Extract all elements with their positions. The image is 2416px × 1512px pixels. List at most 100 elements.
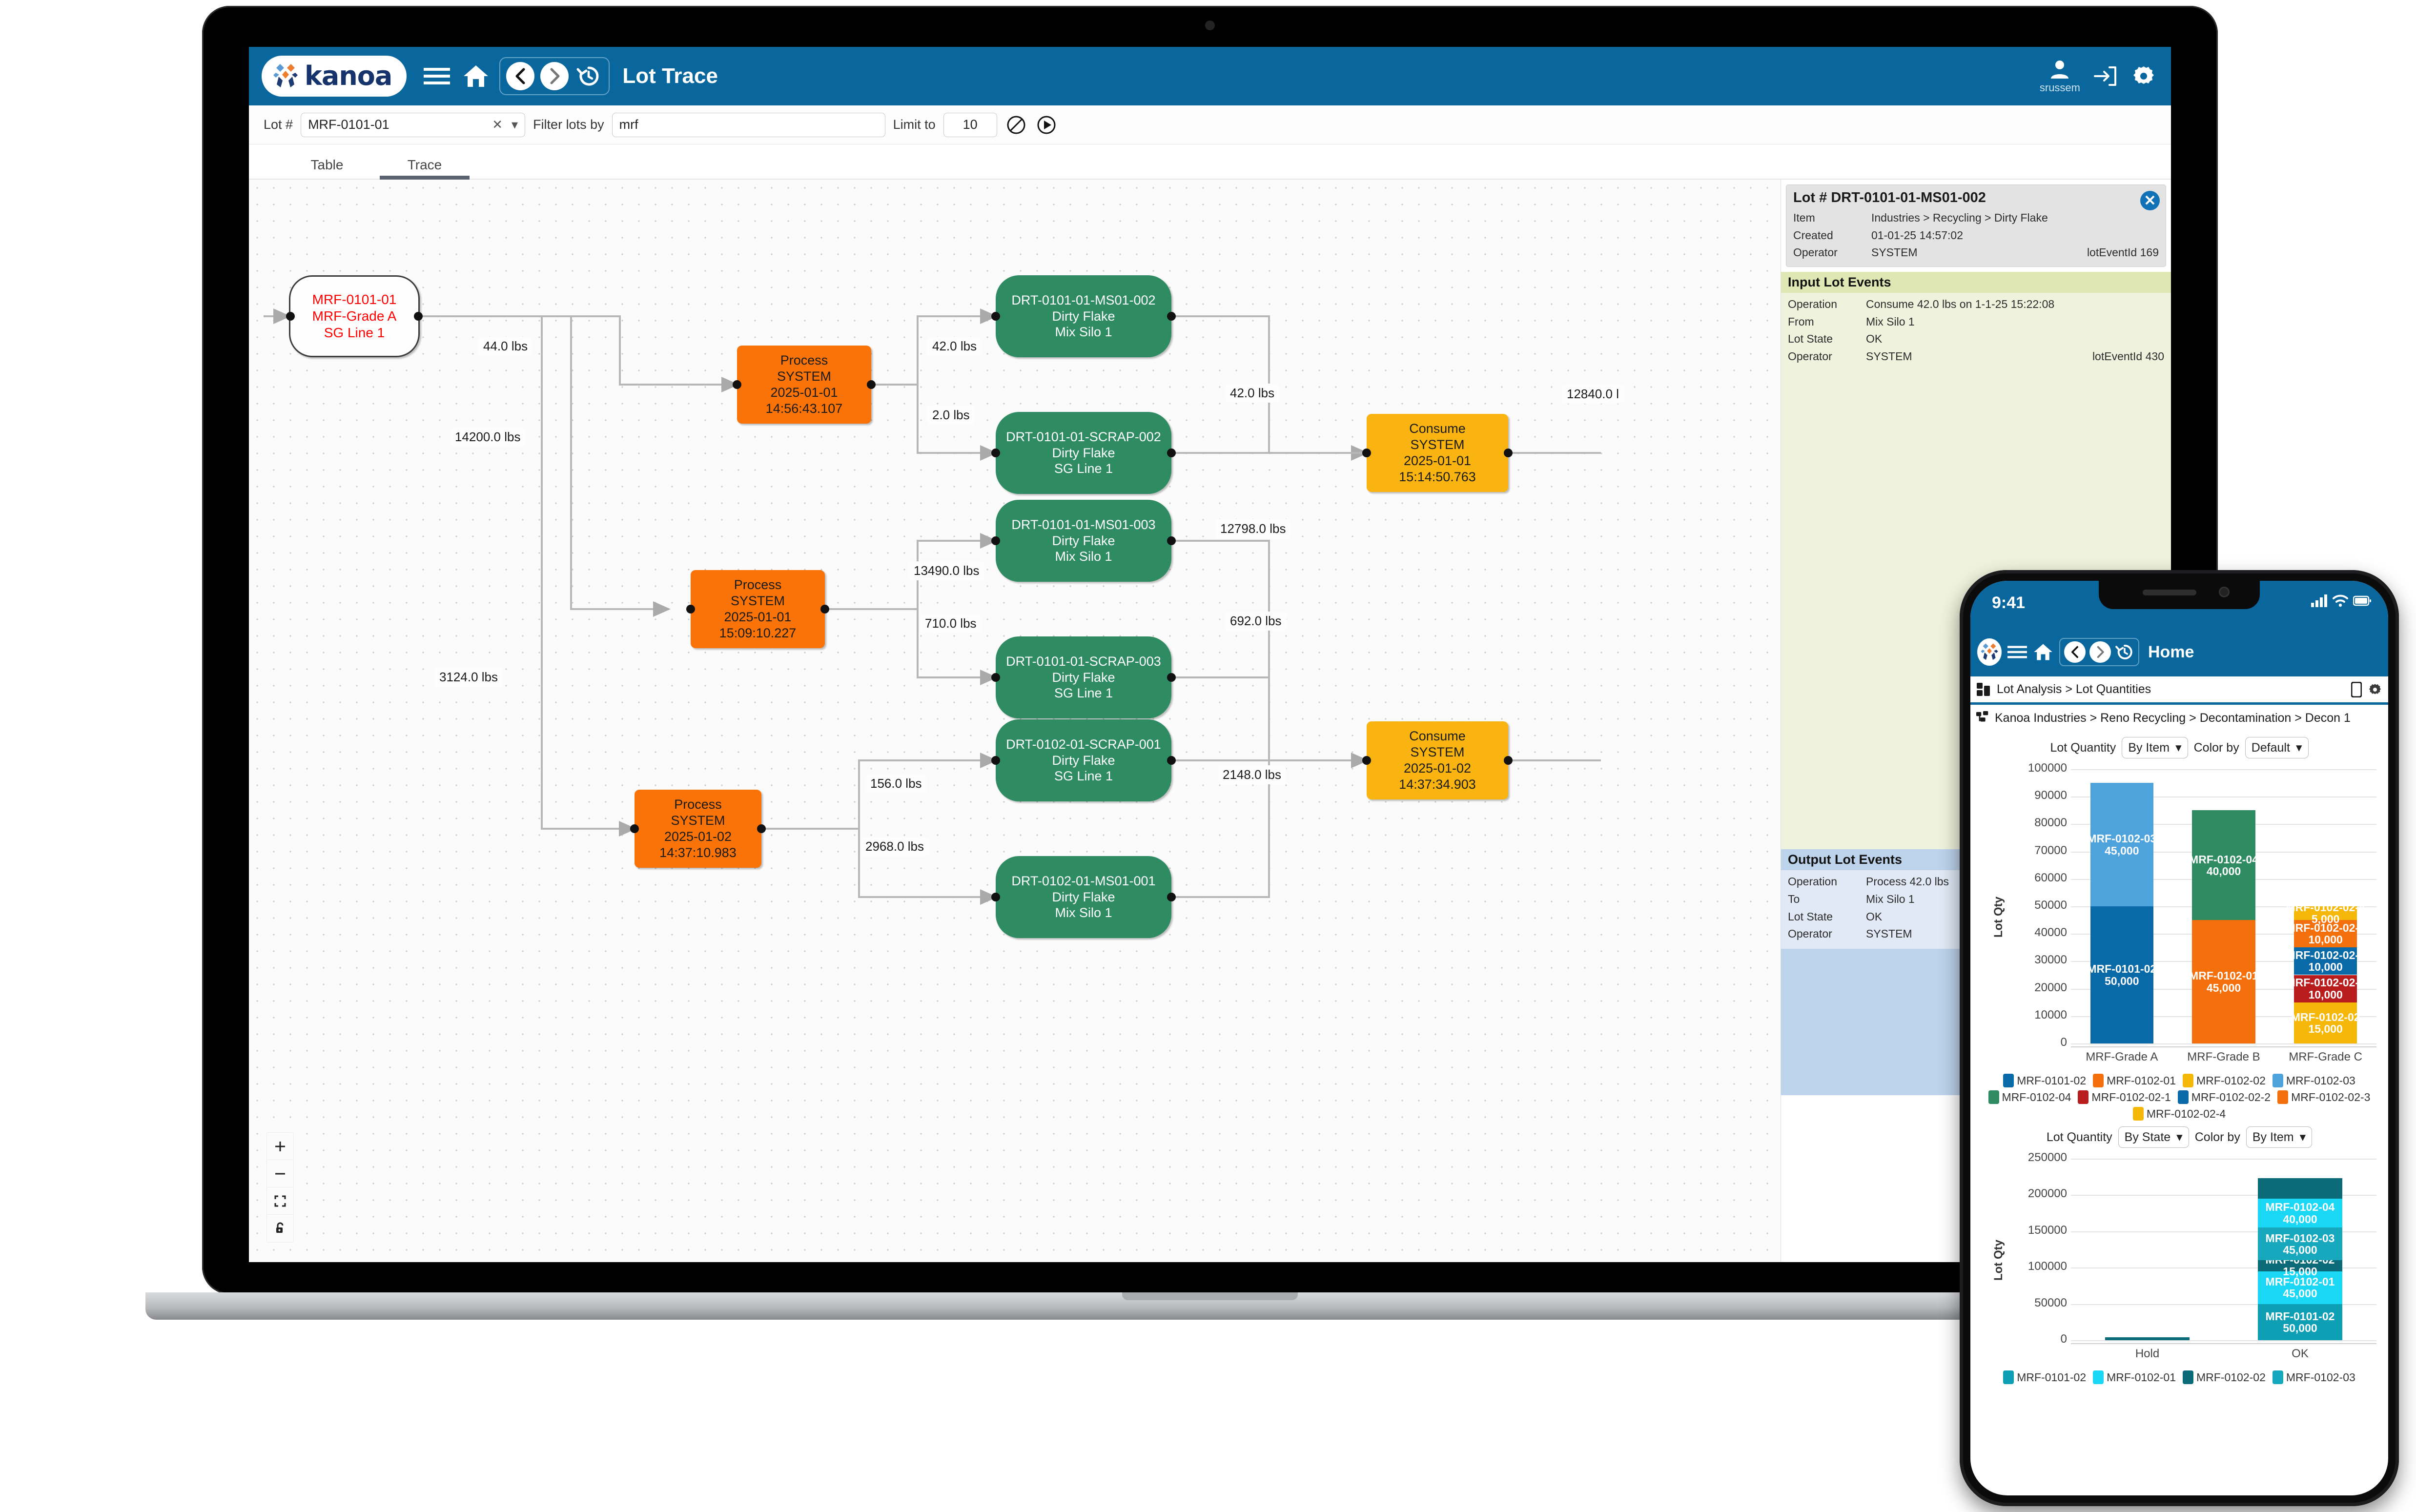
legend-item[interactable]: MRF-0102-03 [2273,1074,2355,1087]
phone-app-bar: Lot Analysis > Lot Quantities [1970,676,2388,705]
node-lot-drt-0101-01-scrap-002[interactable]: DRT-0101-01-SCRAP-002 Dirty Flake SG Lin… [996,412,1171,494]
bar-segment[interactable] [2258,1184,2342,1191]
port-in [286,312,295,321]
nav-back-button[interactable] [506,62,534,90]
block-icon[interactable] [1005,114,1027,136]
bar-segment[interactable]: MRF-0102-02-110,000 [2294,975,2357,1002]
node-line-2: Dirty Flake [1052,445,1115,461]
limit-to-input[interactable]: 10 [943,113,997,137]
bar-segment[interactable]: MRF-0102-0145,000 [2192,920,2255,1043]
history-icon[interactable] [574,62,603,90]
legend-label: MRF-0102-03 [2286,1371,2355,1384]
fit-view-button[interactable] [267,1187,293,1215]
bar-segment[interactable]: MRF-0102-0440,000 [2258,1199,2342,1228]
chart1-qty-label: Lot Quantity [2050,741,2116,755]
detail-row: Operator SYSTEM lotEventId 430 [1788,348,2164,366]
legend-item[interactable]: MRF-0102-02-2 [2178,1090,2271,1104]
legend-item[interactable]: MRF-0101-02 [2003,1074,2086,1087]
zoom-out-button[interactable] [267,1160,293,1187]
brand-logo[interactable]: kanoa [262,56,407,97]
bar-segment[interactable] [2258,1178,2342,1184]
node-lot-drt-0102-01-ms01-001[interactable]: DRT-0102-01-MS01-001 Dirty Flake Mix Sil… [996,856,1171,938]
bar-segment[interactable]: MRF-0102-0345,000 [2090,783,2153,906]
bar-segment[interactable]: MRF-0102-0345,000 [2258,1227,2342,1260]
legend-item[interactable]: MRF-0101-02 [2003,1370,2086,1384]
user-menu[interactable]: srussem [2040,58,2080,94]
phone-hierarchy-breadcrumb[interactable]: Kanoa Industries > Reno Recycling > Deco… [1970,705,2388,731]
node-process-2[interactable]: Process SYSTEM 2025-01-01 15:09:10.227 [691,570,825,648]
legend-item[interactable]: MRF-0102-02-4 [2133,1107,2226,1121]
node-process-1[interactable]: Process SYSTEM 2025-01-01 14:56:43.107 [737,346,871,424]
chevron-down-icon[interactable]: ▾ [512,117,518,132]
node-lot-root[interactable]: MRF-0101-01 MRF-Grade A SG Line 1 [289,275,420,357]
tab-table[interactable]: Table [278,157,376,179]
bar-segment[interactable]: MRF-0102-0215,000 [2294,1002,2357,1043]
node-consume-2[interactable]: Consume SYSTEM 2025-01-02 14:37:34.903 [1367,721,1508,799]
node-line-1: DRT-0101-01-SCRAP-002 [1006,429,1161,445]
row-value: SYSTEM [1871,244,2087,262]
home-icon[interactable] [2033,643,2053,661]
nav-forward-button[interactable] [540,62,569,90]
lock-icon[interactable] [267,1215,293,1242]
legend-item[interactable]: MRF-0102-01 [2093,1074,2176,1087]
bar-segment[interactable]: MRF-0102-0440,000 [2192,810,2255,920]
lot-number-select[interactable]: MRF-0101-01 ✕ ▾ [301,113,525,137]
logout-icon[interactable] [2093,63,2118,89]
nav-forward-button[interactable] [2089,641,2111,663]
nav-back-button[interactable] [2064,641,2086,663]
edge-label-13: 2968.0 lbs [860,837,929,856]
legend-item[interactable]: MRF-0102-02-1 [2078,1090,2170,1104]
chart2-color-select[interactable]: By Item ▾ [2246,1126,2312,1148]
bar-segment[interactable]: MRF-0102-0215,000 [2258,1260,2342,1271]
legend-swatch [2277,1090,2288,1104]
clear-icon[interactable]: ✕ [492,117,503,132]
legend-item[interactable]: MRF-0102-02 [2183,1370,2266,1384]
chart-lot-quantities-by-state[interactable]: Lot Qty 050000100000150000200000250000Ho… [1975,1153,2383,1368]
chart-lot-quantities-by-item[interactable]: Lot Qty 01000020000300004000050000600007… [1975,763,2383,1071]
y-axis-tick: 200000 [1994,1187,2067,1201]
legend-item[interactable]: MRF-0102-02 [2183,1074,2266,1087]
bar-segment[interactable]: MRF-0101-0250,000 [2258,1304,2342,1340]
node-lot-drt-0102-01-scrap-001[interactable]: DRT-0102-01-SCRAP-001 Dirty Flake SG Lin… [996,719,1171,801]
phone-screen: 9:41 [1970,581,2388,1495]
bar-segment[interactable]: MRF-0102-02-45,000 [2294,906,2357,920]
zoom-in-button[interactable] [267,1133,293,1160]
node-line-1: Consume [1409,421,1466,437]
play-icon[interactable] [1035,114,1058,136]
legend-item[interactable]: MRF-0102-04 [1988,1090,2071,1104]
node-line-3: Mix Silo 1 [1055,549,1112,565]
menu-icon[interactable] [2007,645,2027,659]
mobile-icon[interactable] [2351,682,2362,697]
gear-icon[interactable] [2131,63,2156,89]
tab-trace[interactable]: Trace [376,157,473,179]
bar-segment[interactable] [2258,1191,2342,1199]
node-lot-drt-0101-01-ms01-002[interactable]: DRT-0101-01-MS01-002 Dirty Flake Mix Sil… [996,275,1171,357]
chart2-qty-select[interactable]: By State ▾ [2118,1126,2189,1148]
row-key: Operator [1788,348,1866,366]
legend-item[interactable]: MRF-0102-02-3 [2277,1090,2370,1104]
laptop-device: kanoa [202,6,2218,1314]
node-lot-drt-0101-01-ms01-003[interactable]: DRT-0101-01-MS01-003 Dirty Flake Mix Sil… [996,500,1171,582]
trace-canvas[interactable]: MRF-0101-01 MRF-Grade A SG Line 1 Proces… [249,180,2171,1262]
history-icon[interactable] [2115,642,2134,662]
gear-icon[interactable] [2368,682,2382,697]
kanoa-logo-icon[interactable] [1977,638,2002,666]
close-icon[interactable]: ✕ [2140,191,2160,210]
edge-label-7: 12840.0 l [1562,385,1624,404]
chart1-color-select[interactable]: Default ▾ [2245,737,2309,758]
chevron-down-icon: ▾ [2176,1130,2183,1144]
bar-segment[interactable]: MRF-0102-02-210,000 [2294,947,2357,975]
legend-item[interactable]: MRF-0102-01 [2093,1370,2176,1384]
node-consume-1[interactable]: Consume SYSTEM 2025-01-01 15:14:50.763 [1367,414,1508,492]
filter-lots-input[interactable]: mrf [612,113,885,137]
node-line-3: 2025-01-02 14:37:34.903 [1367,760,1508,793]
bar-segment[interactable] [2105,1337,2189,1340]
home-icon[interactable] [460,61,491,92]
bar-segment[interactable]: MRF-0101-0250,000 [2090,906,2153,1043]
node-process-3[interactable]: Process SYSTEM 2025-01-02 14:37:10.983 [635,790,761,868]
legend-item[interactable]: MRF-0102-03 [2273,1370,2355,1384]
chart1-qty-select[interactable]: By Item ▾ [2122,737,2188,758]
node-line-2: MRF-Grade A [312,308,397,325]
menu-icon[interactable] [421,61,452,92]
node-lot-drt-0101-01-scrap-003[interactable]: DRT-0101-01-SCRAP-003 Dirty Flake SG Lin… [996,636,1171,718]
